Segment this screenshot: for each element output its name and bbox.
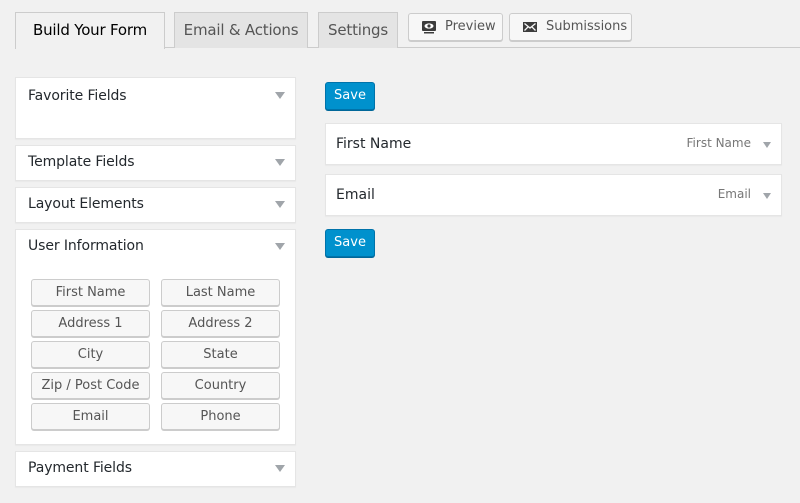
tab-build-your-form[interactable]: Build Your Form — [15, 12, 165, 49]
field-button-country[interactable]: Country — [161, 372, 280, 399]
caret-down-icon[interactable] — [275, 201, 285, 208]
form-field-type: First Name — [686, 136, 751, 150]
panel-title[interactable]: Favorite Fields — [28, 88, 127, 104]
panel-payment-fields: Payment Fields — [15, 451, 296, 487]
submissions-button[interactable]: Submissions — [509, 13, 632, 41]
user-info-field-grid: First Name Last Name Address 1 Address 2… — [31, 279, 280, 430]
submissions-label: Submissions — [546, 19, 628, 34]
preview-button[interactable]: Preview — [408, 13, 503, 41]
preview-icon — [421, 19, 437, 35]
field-button-city[interactable]: City — [31, 341, 150, 368]
caret-down-icon[interactable] — [763, 142, 771, 148]
panel-title[interactable]: Template Fields — [28, 154, 135, 170]
panel-favorite-fields: Favorite Fields — [15, 77, 296, 139]
field-button-last-name[interactable]: Last Name — [161, 279, 280, 306]
field-button-address-2[interactable]: Address 2 — [161, 310, 280, 337]
form-field-label: Email — [336, 187, 375, 203]
panel-title[interactable]: User Information — [28, 238, 144, 254]
panel-template-fields: Template Fields — [15, 145, 296, 181]
field-button-email[interactable]: Email — [31, 403, 150, 430]
form-field-type: Email — [717, 187, 751, 201]
panel-title[interactable]: Payment Fields — [28, 460, 132, 476]
preview-label: Preview — [445, 19, 496, 34]
caret-down-icon[interactable] — [275, 159, 285, 166]
save-button-bottom[interactable]: Save — [325, 229, 375, 257]
caret-down-icon[interactable] — [275, 465, 285, 472]
tab-email-actions[interactable]: Email & Actions — [174, 12, 308, 48]
caret-down-icon[interactable] — [763, 193, 771, 199]
panel-title[interactable]: Layout Elements — [28, 196, 144, 212]
caret-down-icon[interactable] — [275, 243, 285, 250]
form-field-label: First Name — [336, 136, 412, 152]
tab-settings[interactable]: Settings — [318, 12, 398, 48]
field-button-zip[interactable]: Zip / Post Code — [31, 372, 150, 399]
form-builder-page: Build Your Form Email & Actions Settings… — [0, 0, 800, 503]
panel-layout-elements: Layout Elements — [15, 187, 296, 223]
save-button-top[interactable]: Save — [325, 82, 375, 110]
field-button-address-1[interactable]: Address 1 — [31, 310, 150, 337]
panel-user-information: User Information First Name Last Name Ad… — [15, 229, 296, 445]
form-field-email[interactable]: Email Email — [325, 174, 782, 216]
field-button-phone[interactable]: Phone — [161, 403, 280, 430]
envelope-icon — [522, 19, 538, 35]
field-button-first-name[interactable]: First Name — [31, 279, 150, 306]
field-button-state[interactable]: State — [161, 341, 280, 368]
form-field-first-name[interactable]: First Name First Name — [325, 123, 782, 165]
caret-down-icon[interactable] — [275, 92, 285, 99]
